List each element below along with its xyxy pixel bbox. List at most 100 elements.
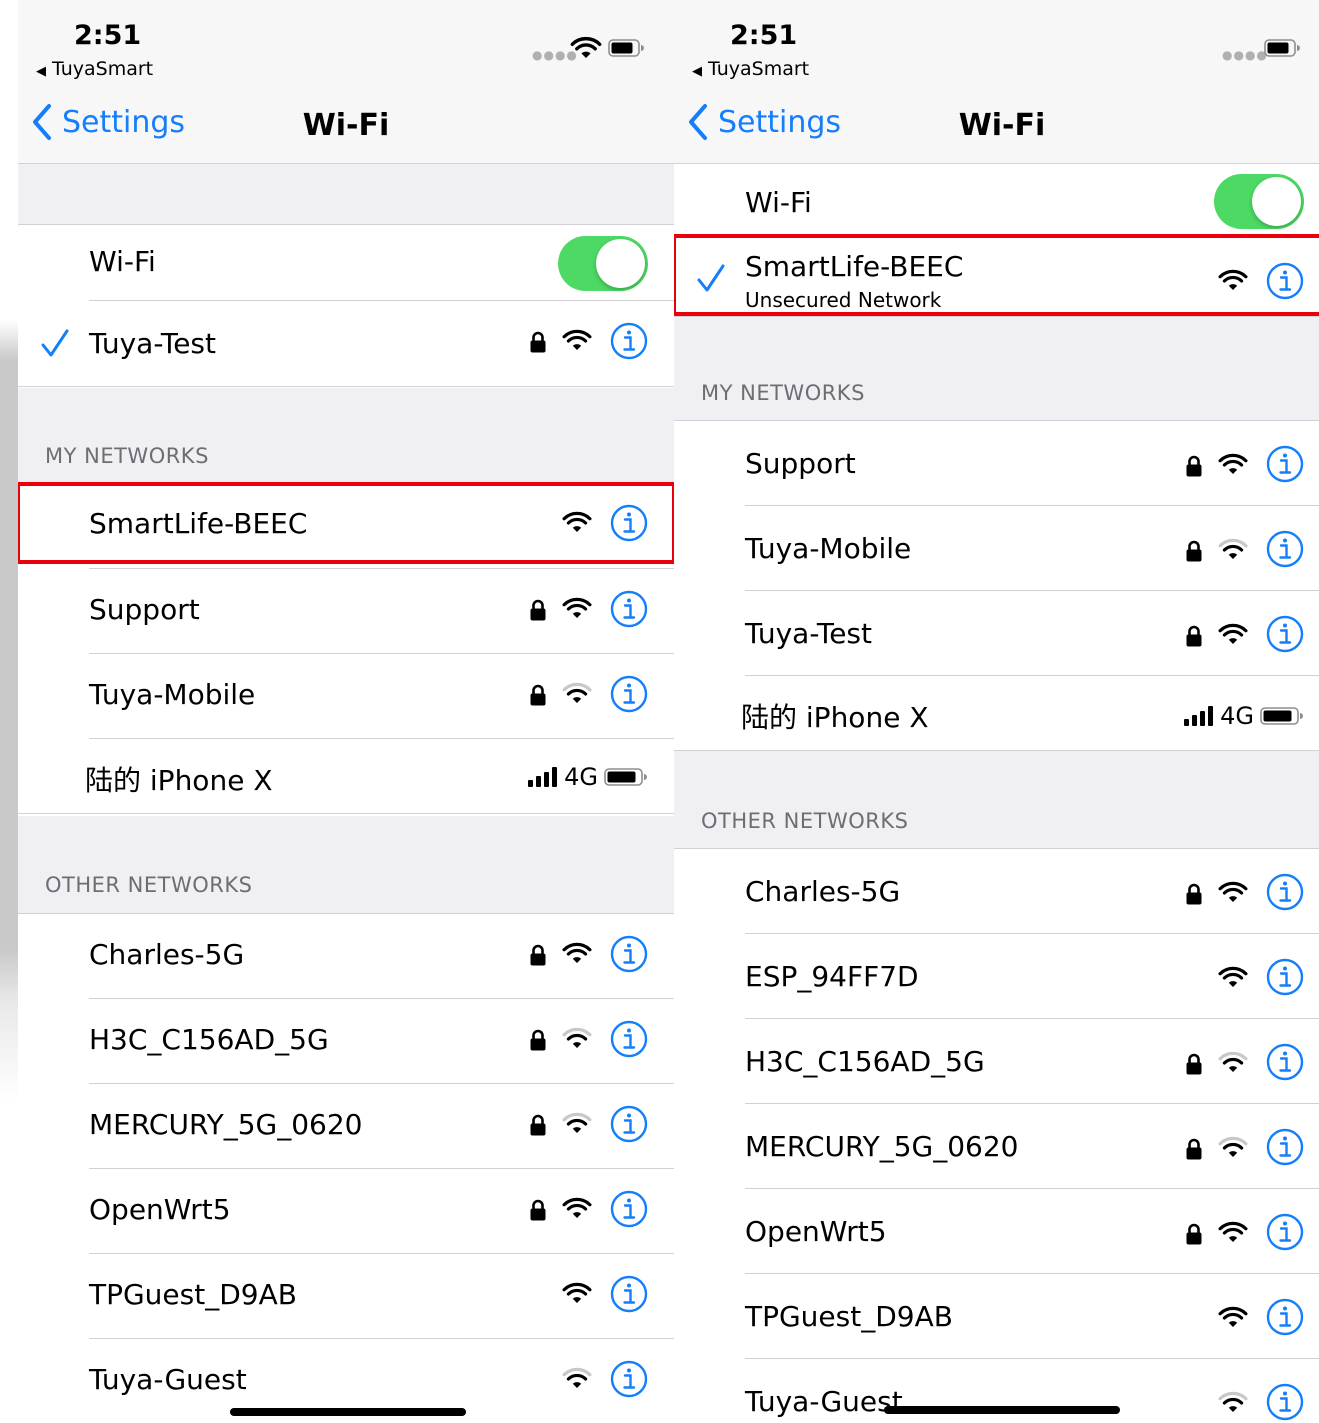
network-row-tpguest-d9ab[interactable]: TPGuest_D9AB bbox=[674, 1274, 1319, 1359]
info-button[interactable] bbox=[1266, 1298, 1304, 1336]
lock-icon bbox=[1186, 1138, 1202, 1160]
info-button[interactable] bbox=[1266, 873, 1304, 911]
network-row-openwrt5[interactable]: OpenWrt5 bbox=[18, 1169, 674, 1254]
info-button[interactable] bbox=[610, 590, 648, 628]
info-button[interactable] bbox=[1266, 615, 1304, 653]
my-networks-header: MY NETWORKS bbox=[701, 381, 865, 405]
network-row-tuya-test[interactable]: Tuya-Test bbox=[674, 591, 1319, 676]
wifi-signal-icon bbox=[562, 1027, 592, 1048]
info-button[interactable] bbox=[610, 1190, 648, 1228]
navigation-bar: Settings Wi-Fi bbox=[18, 90, 674, 164]
battery-icon bbox=[608, 39, 644, 57]
wifi-signal-icon bbox=[1218, 1306, 1248, 1327]
network-name: MERCURY_5G_0620 bbox=[745, 1130, 1019, 1163]
wifi-signal-icon bbox=[562, 1112, 592, 1133]
network-row-h3c-c156ad-5g[interactable]: H3C_C156AD_5G bbox=[18, 999, 674, 1084]
info-button[interactable] bbox=[610, 935, 648, 973]
lock-icon bbox=[1186, 625, 1202, 647]
network-row-charles-5g[interactable]: Charles-5G bbox=[674, 849, 1319, 934]
wifi-signal-icon bbox=[562, 1197, 592, 1218]
network-row-smartlife-beec[interactable]: SmartLife-BEEC bbox=[18, 483, 674, 569]
wifi-toggle-label: Wi-Fi bbox=[89, 245, 156, 278]
wifi-toggle[interactable] bbox=[558, 236, 648, 291]
network-row-tuya-mobile[interactable]: Tuya-Mobile bbox=[18, 654, 674, 739]
wifi-signal-icon bbox=[1218, 1051, 1248, 1072]
network-row-esp-94ff7d[interactable]: ESP_94FF7D bbox=[674, 934, 1319, 1019]
network-name: Tuya-Guest bbox=[745, 1385, 903, 1418]
wifi-signal-icon bbox=[1218, 881, 1248, 902]
lock-icon bbox=[530, 1199, 546, 1221]
battery-icon bbox=[1260, 707, 1303, 725]
lock-icon bbox=[530, 944, 546, 966]
lock-icon bbox=[1186, 455, 1202, 477]
network-row-mercury-5g-0620[interactable]: MERCURY_5G_0620 bbox=[18, 1084, 674, 1169]
home-indicator[interactable] bbox=[884, 1406, 1120, 1414]
info-button[interactable] bbox=[1266, 1383, 1304, 1421]
checkmark-icon bbox=[41, 329, 69, 357]
info-button[interactable] bbox=[610, 675, 648, 713]
info-button[interactable] bbox=[1266, 1213, 1304, 1251]
info-button[interactable] bbox=[610, 1020, 648, 1058]
back-to-app-link[interactable]: ◀ TuyaSmart bbox=[692, 58, 809, 80]
info-button[interactable] bbox=[610, 504, 648, 542]
lock-icon bbox=[530, 684, 546, 706]
info-button[interactable] bbox=[1266, 262, 1304, 300]
back-to-app-link[interactable]: ◀ TuyaSmart bbox=[36, 58, 153, 80]
wifi-toggle-row: Wi-Fi bbox=[18, 225, 674, 301]
network-name: ESP_94FF7D bbox=[745, 960, 919, 993]
phone-screen-after: 2:51 ◀ TuyaSmart ●●●● Settings Wi-Fi Wi-F… bbox=[674, 0, 1319, 1423]
wifi-signal-icon bbox=[562, 1282, 592, 1303]
wifi-signal-icon bbox=[1218, 1221, 1248, 1242]
info-button[interactable] bbox=[610, 322, 648, 360]
network-row-support[interactable]: Support bbox=[674, 421, 1319, 506]
network-row-mercury-5g-0620[interactable]: MERCURY_5G_0620 bbox=[674, 1104, 1319, 1189]
wifi-toggle-row: Wi-Fi bbox=[674, 164, 1319, 238]
network-name: Support bbox=[745, 447, 856, 480]
current-network-row[interactable]: Tuya-Test bbox=[18, 301, 674, 386]
info-button[interactable] bbox=[610, 1360, 648, 1398]
navigation-bar: Settings Wi-Fi bbox=[674, 90, 1319, 164]
network-name: Support bbox=[89, 593, 200, 626]
network-row-openwrt5[interactable]: OpenWrt5 bbox=[674, 1189, 1319, 1274]
network-row-support[interactable]: Support bbox=[18, 569, 674, 654]
info-button[interactable] bbox=[1266, 445, 1304, 483]
network-row-personal-hotspot[interactable]: 陆的 iPhone X 4G bbox=[18, 739, 674, 813]
phone-screen-before: 2:51 ◀ TuyaSmart ●●●● Settings Wi-Fi Wi-F… bbox=[18, 0, 674, 1423]
network-row-charles-5g[interactable]: Charles-5G bbox=[18, 914, 674, 999]
status-bar: 2:51 ◀ TuyaSmart ●●●● bbox=[674, 0, 1319, 90]
info-button[interactable] bbox=[1266, 530, 1304, 568]
wifi-signal-icon bbox=[1218, 1391, 1248, 1412]
info-button[interactable] bbox=[610, 1105, 648, 1143]
wifi-signal-icon bbox=[1218, 966, 1248, 987]
status-time: 2:51 bbox=[74, 20, 142, 51]
home-indicator[interactable] bbox=[230, 1408, 466, 1416]
current-network-row[interactable]: SmartLife-BEEC Unsecured Network bbox=[674, 238, 1319, 316]
wifi-signal-icon bbox=[562, 942, 592, 963]
lock-icon bbox=[1186, 883, 1202, 905]
network-name: H3C_C156AD_5G bbox=[745, 1045, 985, 1078]
network-row-tpguest-d9ab[interactable]: TPGuest_D9AB bbox=[18, 1254, 674, 1339]
wifi-signal-icon bbox=[562, 597, 592, 618]
lock-icon bbox=[530, 1029, 546, 1051]
lock-icon bbox=[1186, 1053, 1202, 1075]
wifi-toggle[interactable] bbox=[1214, 174, 1304, 229]
page-title: Wi-Fi bbox=[302, 108, 390, 143]
network-row-tuya-mobile[interactable]: Tuya-Mobile bbox=[674, 506, 1319, 591]
wifi-signal-icon bbox=[1218, 538, 1248, 559]
info-button[interactable] bbox=[1266, 1128, 1304, 1166]
lock-icon bbox=[1186, 1223, 1202, 1245]
info-button[interactable] bbox=[1266, 958, 1304, 996]
my-networks-list: SmartLife-BEEC Support Tuya-Mobile 陆的 iP… bbox=[18, 482, 674, 814]
wifi-signal-icon bbox=[562, 682, 592, 703]
network-name: TPGuest_D9AB bbox=[89, 1278, 297, 1311]
network-row-h3c-c156ad-5g[interactable]: H3C_C156AD_5G bbox=[674, 1019, 1319, 1104]
info-button[interactable] bbox=[1266, 1043, 1304, 1081]
lock-icon bbox=[530, 599, 546, 621]
info-button[interactable] bbox=[610, 1275, 648, 1313]
hotspot-status: 4G bbox=[1184, 702, 1304, 730]
cellular-dots-icon: ●●●● bbox=[1222, 48, 1268, 62]
current-network-name: Tuya-Test bbox=[89, 327, 216, 360]
network-name: TPGuest_D9AB bbox=[745, 1300, 953, 1333]
other-networks-list: Charles-5G ESP_94FF7D H3C_C156AD_5G MERC… bbox=[674, 848, 1319, 1423]
network-row-personal-hotspot[interactable]: 陆的 iPhone X 4G bbox=[674, 676, 1319, 750]
